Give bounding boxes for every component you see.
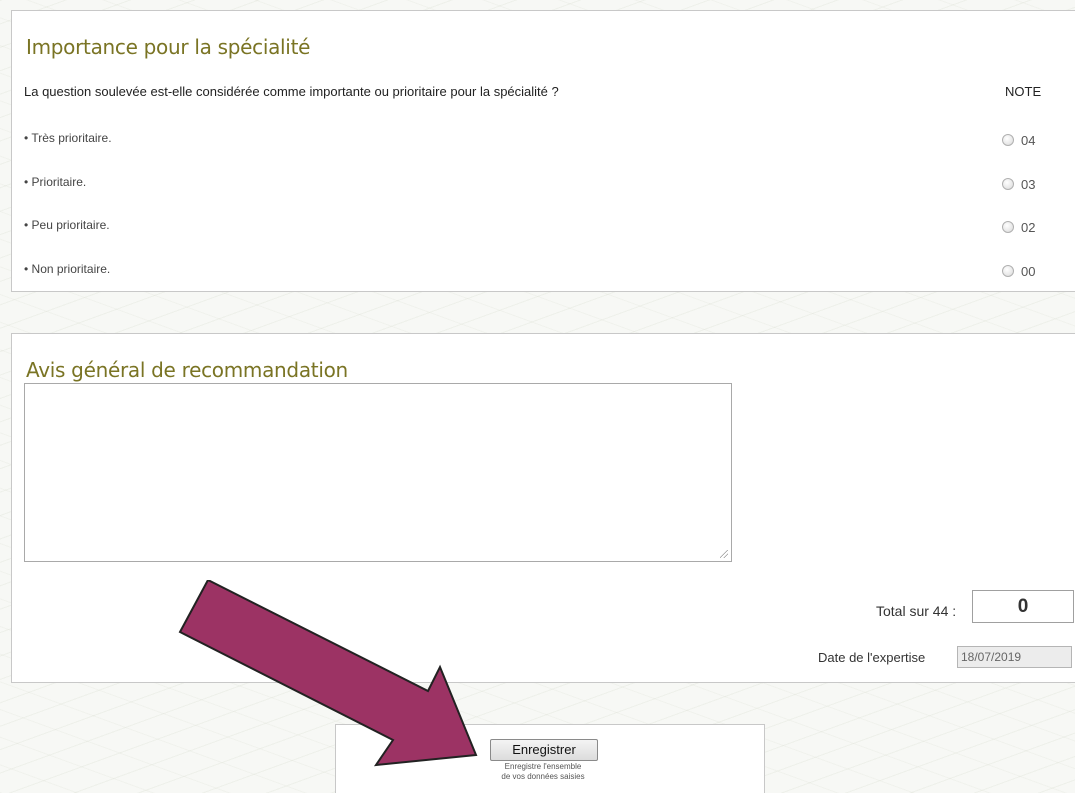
save-button[interactable]: Enregistrer <box>490 739 598 761</box>
total-score-field: 0 <box>972 590 1074 623</box>
section-title-importance: Importance pour la spécialité <box>26 35 311 59</box>
pointer-arrow-icon <box>178 580 478 767</box>
option-value: 00 <box>1021 264 1036 279</box>
radio-peu-prioritaire[interactable] <box>1002 221 1014 233</box>
section-title-avis: Avis général de recommandation <box>26 358 348 382</box>
importance-section: Importance pour la spécialité La questio… <box>11 10 1075 292</box>
avis-textarea[interactable] <box>24 383 732 562</box>
option-row-prioritaire: • Prioritaire. 03 <box>24 175 1064 195</box>
option-label: • Très prioritaire. <box>24 131 112 145</box>
radio-non-prioritaire[interactable] <box>1002 265 1014 277</box>
note-column-header: NOTE <box>1005 84 1042 99</box>
date-field: 18/07/2019 <box>957 646 1072 668</box>
importance-question: La question soulevée est-elle considérée… <box>24 84 559 99</box>
date-label: Date de l'expertise <box>818 650 926 665</box>
resize-grip-icon[interactable] <box>720 550 728 558</box>
option-label: • Non prioritaire. <box>24 262 111 276</box>
total-label: Total sur 44 : <box>876 603 957 619</box>
save-help-line: Enregistre l'ensemble <box>504 762 582 771</box>
option-row-peu-prioritaire: • Peu prioritaire. 02 <box>24 218 1064 238</box>
save-help-text: Enregistre l'ensemble de vos données sai… <box>476 762 610 782</box>
radio-prioritaire[interactable] <box>1002 178 1014 190</box>
option-label: • Peu prioritaire. <box>24 218 110 232</box>
option-value: 04 <box>1021 133 1036 148</box>
arrow-shape <box>178 580 478 767</box>
option-value: 02 <box>1021 220 1036 235</box>
option-row-non-prioritaire: • Non prioritaire. 00 <box>24 262 1064 282</box>
radio-tres-prioritaire[interactable] <box>1002 134 1014 146</box>
option-value: 03 <box>1021 177 1036 192</box>
option-label: • Prioritaire. <box>24 175 87 189</box>
save-help-line: de vos données saisies <box>501 772 585 781</box>
option-row-tres-prioritaire: • Très prioritaire. 04 <box>24 131 1064 151</box>
